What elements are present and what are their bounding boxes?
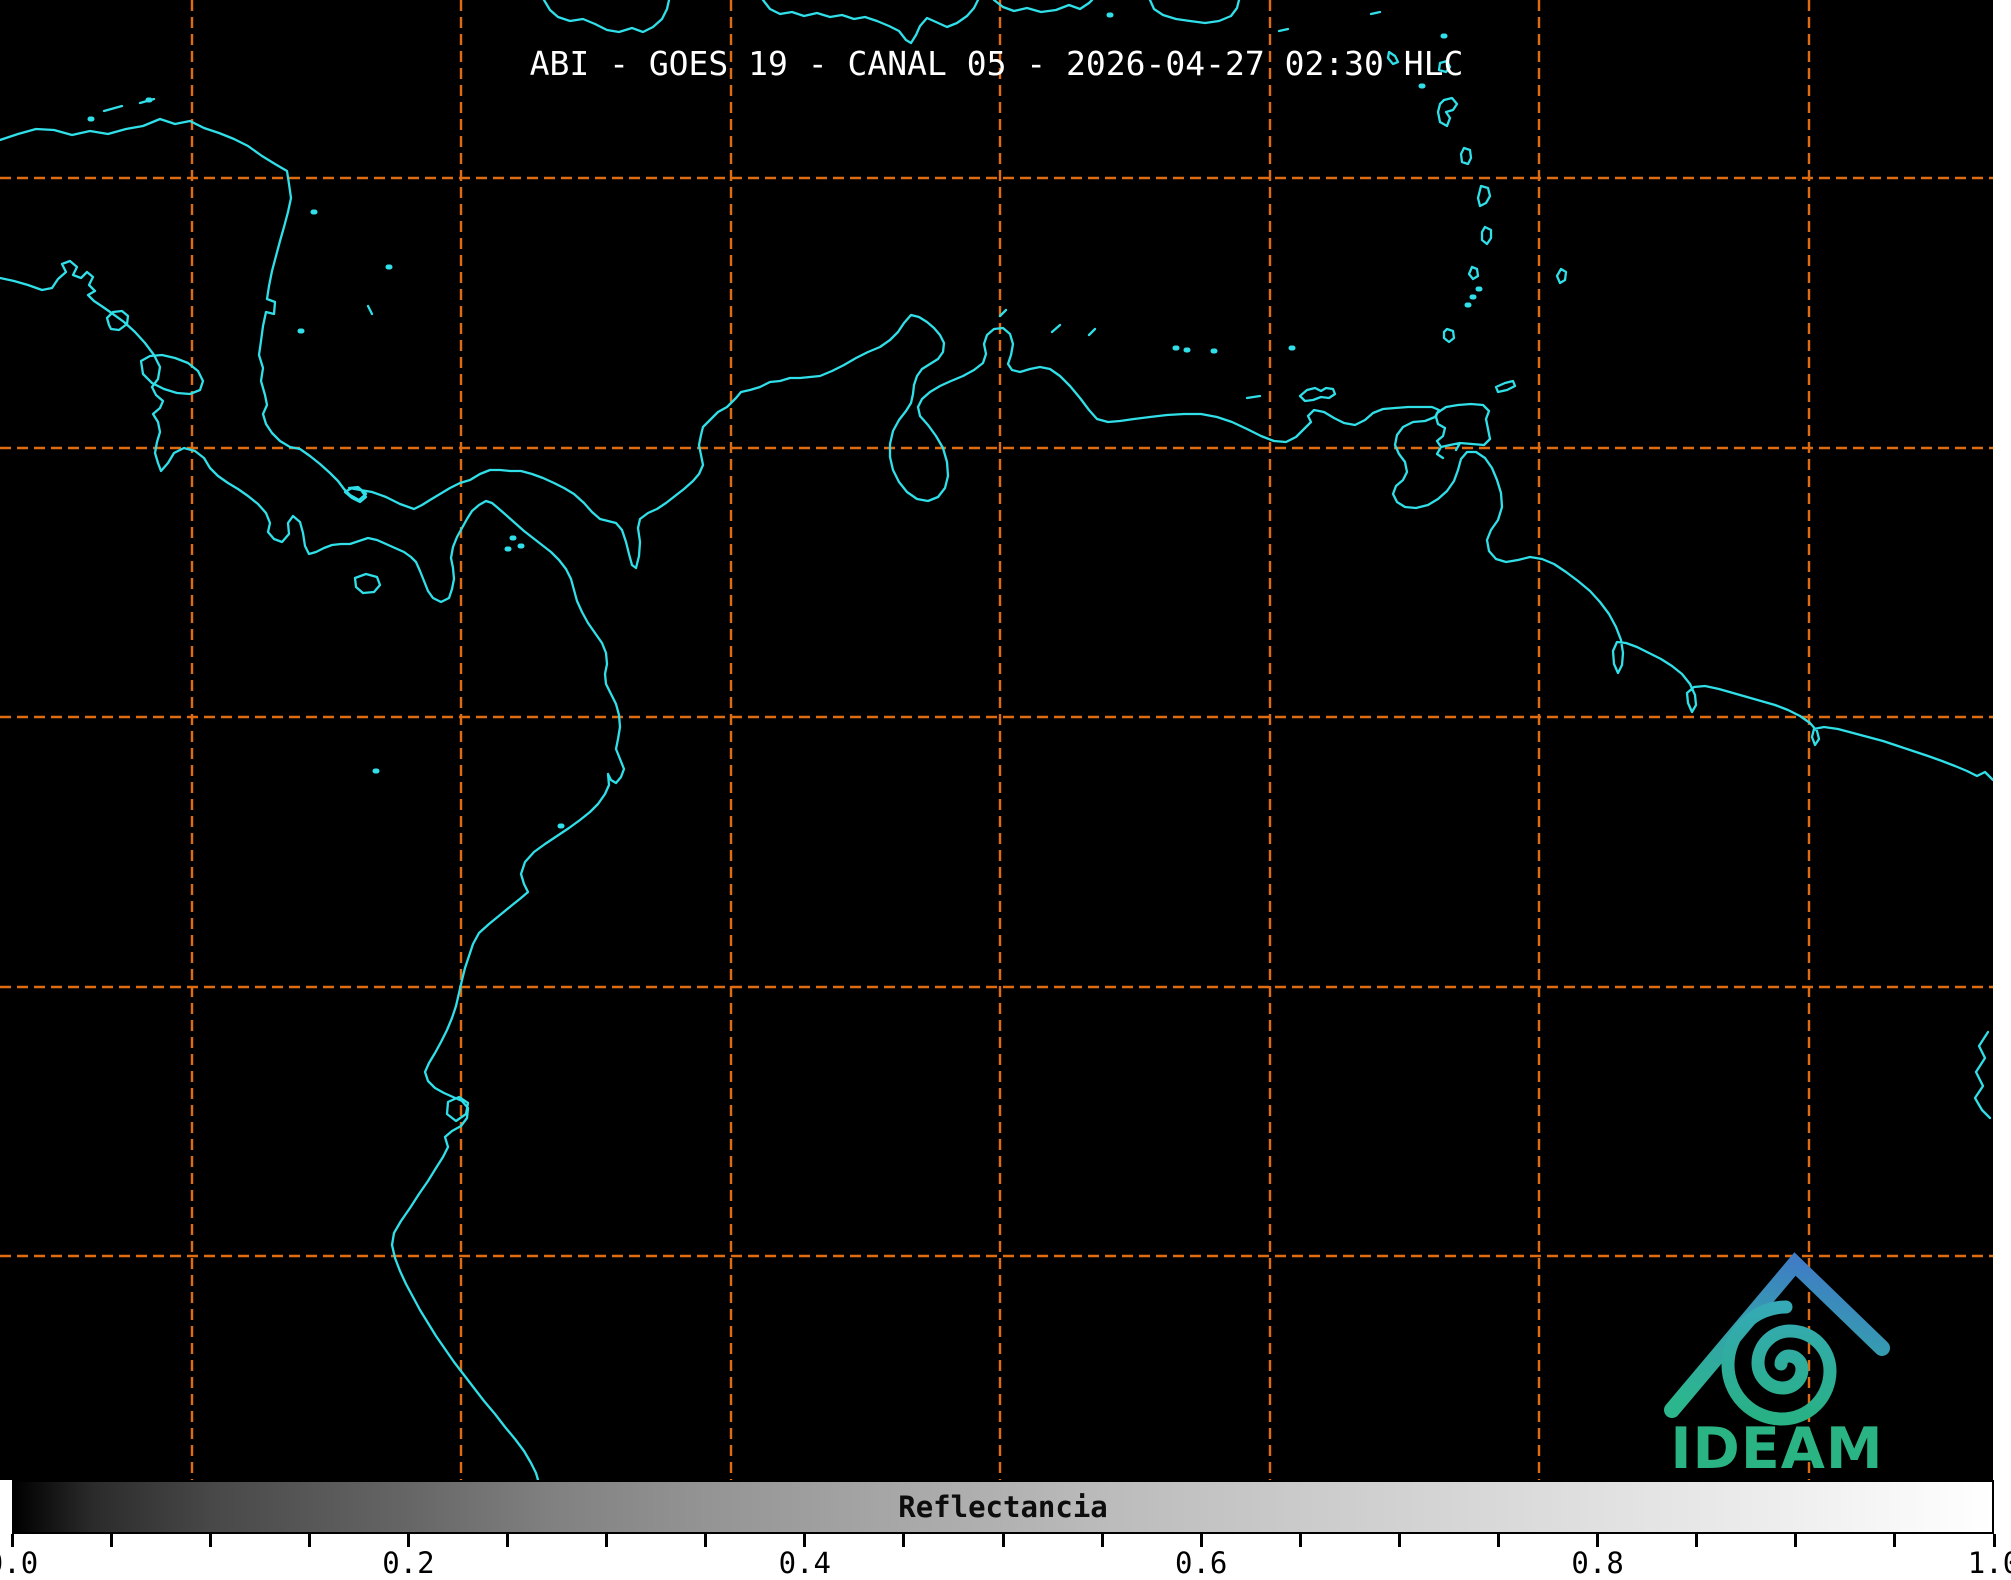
colorbar-tick xyxy=(1794,1534,1797,1547)
colorbar-tick xyxy=(1497,1534,1500,1547)
colorbar-label: Reflectancia xyxy=(14,1482,1992,1532)
colorbar: Reflectancia xyxy=(12,1480,1994,1534)
colorbar-tick xyxy=(1299,1534,1302,1547)
ideam-logo-text: IDEAM xyxy=(1670,1416,1883,1477)
colorbar-tick xyxy=(209,1534,212,1547)
colorbar-tick xyxy=(1893,1534,1896,1547)
colorbar-tick-label: 0.6 xyxy=(1175,1546,1227,1580)
colorbar-tick-label: 1.0 xyxy=(1968,1546,2011,1580)
colorbar-tick xyxy=(110,1534,113,1547)
coastline-pacific xyxy=(0,261,624,1480)
colorbar-tick xyxy=(902,1534,905,1547)
coastline-caribbean-south-america xyxy=(0,119,1993,780)
coastline-greater-antilles xyxy=(544,0,1239,43)
ideam-logo: IDEAM xyxy=(1640,1240,1900,1477)
colorbar-tick-label: 0.0 xyxy=(0,1546,38,1580)
colorbar-tick xyxy=(1101,1534,1104,1547)
colorbar-tick xyxy=(1695,1534,1698,1547)
map-title: ABI - GOES 19 - CANAL 05 - 2026-04-27 02… xyxy=(0,44,1993,83)
colorbar-tick xyxy=(1398,1534,1401,1547)
colorbar-tick xyxy=(605,1534,608,1547)
ideam-logo-mark xyxy=(1672,1264,1882,1419)
coastline-amazon-fragment xyxy=(1975,1032,1990,1118)
colorbar-tick-label: 0.2 xyxy=(382,1546,434,1580)
colorbar-tick xyxy=(1002,1534,1005,1547)
small-island-dots xyxy=(90,15,1480,826)
colorbar-tick xyxy=(704,1534,707,1547)
colorbar-tick xyxy=(308,1534,311,1547)
colorbar-tick-label: 0.8 xyxy=(1571,1546,1623,1580)
logo-hurricane-swirl-icon xyxy=(1728,1307,1830,1419)
colorbar-tick xyxy=(506,1534,509,1547)
colorbar-tick-label: 0.4 xyxy=(779,1546,831,1580)
